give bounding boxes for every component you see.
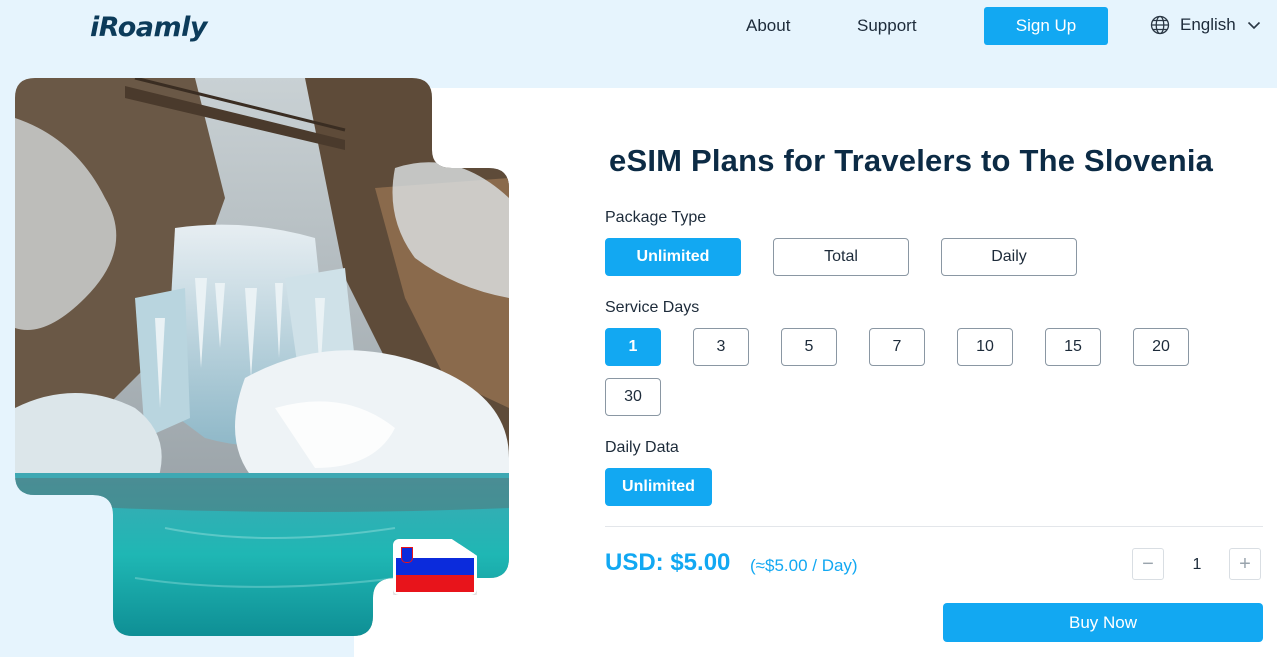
nav-about[interactable]: About [746, 16, 790, 36]
days-option-5[interactable]: 5 [781, 328, 837, 366]
service-days-label: Service Days [605, 299, 700, 316]
package-option-total[interactable]: Total [773, 238, 909, 276]
nav-support[interactable]: Support [857, 16, 917, 36]
package-option-daily[interactable]: Daily [941, 238, 1077, 276]
chevron-down-icon [1246, 17, 1262, 33]
days-option-3[interactable]: 3 [693, 328, 749, 366]
daily-data-option-unlimited[interactable]: Unlimited [605, 468, 712, 506]
slovenia-flag [393, 539, 477, 595]
days-option-1[interactable]: 1 [605, 328, 661, 366]
daily-data-label: Daily Data [605, 439, 679, 456]
quantity-value[interactable]: 1 [1180, 556, 1214, 574]
days-option-10[interactable]: 10 [957, 328, 1013, 366]
globe-icon [1150, 15, 1170, 35]
quantity-decrease-button[interactable]: − [1132, 548, 1164, 580]
logo[interactable]: iRoamly [90, 12, 207, 43]
days-option-20[interactable]: 20 [1133, 328, 1189, 366]
language-selector[interactable]: English [1150, 15, 1262, 35]
package-type-label: Package Type [605, 209, 707, 226]
days-option-7[interactable]: 7 [869, 328, 925, 366]
days-option-30[interactable]: 30 [605, 378, 661, 416]
divider [605, 526, 1263, 527]
quantity-increase-button[interactable]: + [1229, 548, 1261, 580]
sign-up-button[interactable]: Sign Up [984, 7, 1108, 45]
price: USD: $5.00 [605, 549, 731, 576]
price-per-day: (≈$5.00 / Day) [750, 556, 858, 575]
language-label: English [1180, 15, 1236, 34]
buy-now-button[interactable]: Buy Now [943, 603, 1263, 642]
days-option-15[interactable]: 15 [1045, 328, 1101, 366]
package-option-unlimited[interactable]: Unlimited [605, 238, 741, 276]
page-title: eSIM Plans for Travelers to The Slovenia [609, 143, 1214, 178]
